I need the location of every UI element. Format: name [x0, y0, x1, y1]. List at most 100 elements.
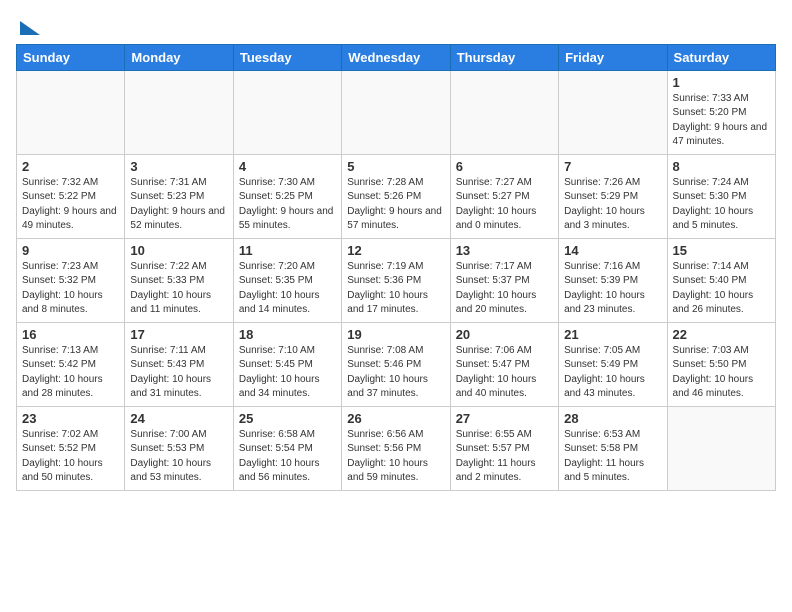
- day-cell-22: 22 Sunrise: 7:03 AMSunset: 5:50 PMDayligh…: [667, 322, 775, 406]
- day-cell-16: 16 Sunrise: 7:13 AMSunset: 5:42 PMDayligh…: [17, 322, 125, 406]
- empty-cell: [233, 70, 341, 154]
- day-header-saturday: Saturday: [667, 44, 775, 70]
- day-cell-26: 26 Sunrise: 6:56 AMSunset: 5:56 PMDayligh…: [342, 406, 450, 490]
- day-cell-13: 13 Sunrise: 7:17 AMSunset: 5:37 PMDayligh…: [450, 238, 558, 322]
- calendar-table: SundayMondayTuesdayWednesdayThursdayFrid…: [16, 44, 776, 491]
- day-header-wednesday: Wednesday: [342, 44, 450, 70]
- day-number: 21: [564, 327, 661, 342]
- week-row-1: 2 Sunrise: 7:32 AMSunset: 5:22 PMDaylight…: [17, 154, 776, 238]
- day-number: 25: [239, 411, 336, 426]
- day-info: Sunrise: 7:11 AMSunset: 5:43 PMDaylight:…: [130, 344, 227, 402]
- day-number: 6: [456, 159, 553, 174]
- calendar-header-row: SundayMondayTuesdayWednesdayThursdayFrid…: [17, 44, 776, 70]
- day-number: 8: [673, 159, 770, 174]
- day-header-friday: Friday: [559, 44, 667, 70]
- day-info: Sunrise: 7:28 AMSunset: 5:26 PMDaylight:…: [347, 176, 444, 234]
- week-row-3: 16 Sunrise: 7:13 AMSunset: 5:42 PMDayligh…: [17, 322, 776, 406]
- day-cell-18: 18 Sunrise: 7:10 AMSunset: 5:45 PMDayligh…: [233, 322, 341, 406]
- day-info: Sunrise: 6:58 AMSunset: 5:54 PMDaylight:…: [239, 428, 336, 486]
- day-info: Sunrise: 7:03 AMSunset: 5:50 PMDaylight:…: [673, 344, 770, 402]
- day-info: Sunrise: 7:32 AMSunset: 5:22 PMDaylight:…: [22, 176, 119, 234]
- day-info: Sunrise: 7:16 AMSunset: 5:39 PMDaylight:…: [564, 260, 661, 318]
- day-cell-17: 17 Sunrise: 7:11 AMSunset: 5:43 PMDayligh…: [125, 322, 233, 406]
- day-number: 2: [22, 159, 119, 174]
- day-cell-20: 20 Sunrise: 7:06 AMSunset: 5:47 PMDayligh…: [450, 322, 558, 406]
- day-header-sunday: Sunday: [17, 44, 125, 70]
- day-info: Sunrise: 7:33 AMSunset: 5:20 PMDaylight:…: [673, 92, 770, 150]
- day-info: Sunrise: 7:23 AMSunset: 5:32 PMDaylight:…: [22, 260, 119, 318]
- day-info: Sunrise: 6:55 AMSunset: 5:57 PMDaylight:…: [456, 428, 553, 486]
- day-info: Sunrise: 7:27 AMSunset: 5:27 PMDaylight:…: [456, 176, 553, 234]
- empty-cell: [342, 70, 450, 154]
- day-number: 4: [239, 159, 336, 174]
- day-number: 14: [564, 243, 661, 258]
- day-number: 10: [130, 243, 227, 258]
- day-number: 22: [673, 327, 770, 342]
- day-number: 3: [130, 159, 227, 174]
- day-info: Sunrise: 7:08 AMSunset: 5:46 PMDaylight:…: [347, 344, 444, 402]
- day-info: Sunrise: 7:00 AMSunset: 5:53 PMDaylight:…: [130, 428, 227, 486]
- day-cell-3: 3 Sunrise: 7:31 AMSunset: 5:23 PMDaylight…: [125, 154, 233, 238]
- day-number: 12: [347, 243, 444, 258]
- day-number: 7: [564, 159, 661, 174]
- day-info: Sunrise: 7:14 AMSunset: 5:40 PMDaylight:…: [673, 260, 770, 318]
- empty-cell: [450, 70, 558, 154]
- day-cell-14: 14 Sunrise: 7:16 AMSunset: 5:39 PMDayligh…: [559, 238, 667, 322]
- day-info: Sunrise: 7:30 AMSunset: 5:25 PMDaylight:…: [239, 176, 336, 234]
- week-row-2: 9Sunrise: 7:23 AMSunset: 5:32 PMDaylight…: [17, 238, 776, 322]
- day-number: 17: [130, 327, 227, 342]
- day-header-tuesday: Tuesday: [233, 44, 341, 70]
- empty-cell: [17, 70, 125, 154]
- day-cell-24: 24 Sunrise: 7:00 AMSunset: 5:53 PMDayligh…: [125, 406, 233, 490]
- day-number: 18: [239, 327, 336, 342]
- day-info: Sunrise: 7:26 AMSunset: 5:29 PMDaylight:…: [564, 176, 661, 234]
- day-number: 15: [673, 243, 770, 258]
- day-cell-23: 23 Sunrise: 7:02 AMSunset: 5:52 PMDayligh…: [17, 406, 125, 490]
- day-header-thursday: Thursday: [450, 44, 558, 70]
- day-number: 16: [22, 327, 119, 342]
- logo: [16, 16, 40, 36]
- day-number: 27: [456, 411, 553, 426]
- week-row-0: 1Sunrise: 7:33 AMSunset: 5:20 PMDaylight…: [17, 70, 776, 154]
- day-header-monday: Monday: [125, 44, 233, 70]
- day-cell-25: 25 Sunrise: 6:58 AMSunset: 5:54 PMDayligh…: [233, 406, 341, 490]
- day-number: 23: [22, 411, 119, 426]
- day-cell-19: 19 Sunrise: 7:08 AMSunset: 5:46 PMDayligh…: [342, 322, 450, 406]
- day-info: Sunrise: 7:31 AMSunset: 5:23 PMDaylight:…: [130, 176, 227, 234]
- day-cell-1: 1Sunrise: 7:33 AMSunset: 5:20 PMDaylight…: [667, 70, 775, 154]
- day-cell-2: 2 Sunrise: 7:32 AMSunset: 5:22 PMDaylight…: [17, 154, 125, 238]
- day-cell-12: 12Sunrise: 7:19 AMSunset: 5:36 PMDayligh…: [342, 238, 450, 322]
- day-info: Sunrise: 7:10 AMSunset: 5:45 PMDaylight:…: [239, 344, 336, 402]
- day-info: Sunrise: 7:20 AMSunset: 5:35 PMDaylight:…: [239, 260, 336, 318]
- day-number: 28: [564, 411, 661, 426]
- week-row-4: 23 Sunrise: 7:02 AMSunset: 5:52 PMDayligh…: [17, 406, 776, 490]
- day-cell-4: 4 Sunrise: 7:30 AMSunset: 5:25 PMDaylight…: [233, 154, 341, 238]
- logo-arrow-icon: [20, 21, 40, 35]
- day-cell-11: 11Sunrise: 7:20 AMSunset: 5:35 PMDayligh…: [233, 238, 341, 322]
- day-cell-6: 6 Sunrise: 7:27 AMSunset: 5:27 PMDaylight…: [450, 154, 558, 238]
- day-number: 20: [456, 327, 553, 342]
- page-header: [16, 16, 776, 36]
- day-info: Sunrise: 7:05 AMSunset: 5:49 PMDaylight:…: [564, 344, 661, 402]
- day-number: 26: [347, 411, 444, 426]
- day-cell-27: 27 Sunrise: 6:55 AMSunset: 5:57 PMDayligh…: [450, 406, 558, 490]
- day-number: 5: [347, 159, 444, 174]
- day-info: Sunrise: 7:13 AMSunset: 5:42 PMDaylight:…: [22, 344, 119, 402]
- day-number: 19: [347, 327, 444, 342]
- day-info: Sunrise: 6:56 AMSunset: 5:56 PMDaylight:…: [347, 428, 444, 486]
- day-info: Sunrise: 7:17 AMSunset: 5:37 PMDaylight:…: [456, 260, 553, 318]
- day-cell-9: 9Sunrise: 7:23 AMSunset: 5:32 PMDaylight…: [17, 238, 125, 322]
- day-info: Sunrise: 7:06 AMSunset: 5:47 PMDaylight:…: [456, 344, 553, 402]
- day-info: Sunrise: 7:02 AMSunset: 5:52 PMDaylight:…: [22, 428, 119, 486]
- day-info: Sunrise: 6:53 AMSunset: 5:58 PMDaylight:…: [564, 428, 661, 486]
- day-cell-21: 21 Sunrise: 7:05 AMSunset: 5:49 PMDayligh…: [559, 322, 667, 406]
- empty-cell: [667, 406, 775, 490]
- day-cell-15: 15 Sunrise: 7:14 AMSunset: 5:40 PMDayligh…: [667, 238, 775, 322]
- day-info: Sunrise: 7:24 AMSunset: 5:30 PMDaylight:…: [673, 176, 770, 234]
- day-number: 24: [130, 411, 227, 426]
- day-cell-5: 5 Sunrise: 7:28 AMSunset: 5:26 PMDaylight…: [342, 154, 450, 238]
- day-info: Sunrise: 7:22 AMSunset: 5:33 PMDaylight:…: [130, 260, 227, 318]
- day-cell-10: 10 Sunrise: 7:22 AMSunset: 5:33 PMDayligh…: [125, 238, 233, 322]
- day-number: 13: [456, 243, 553, 258]
- day-cell-8: 8 Sunrise: 7:24 AMSunset: 5:30 PMDaylight…: [667, 154, 775, 238]
